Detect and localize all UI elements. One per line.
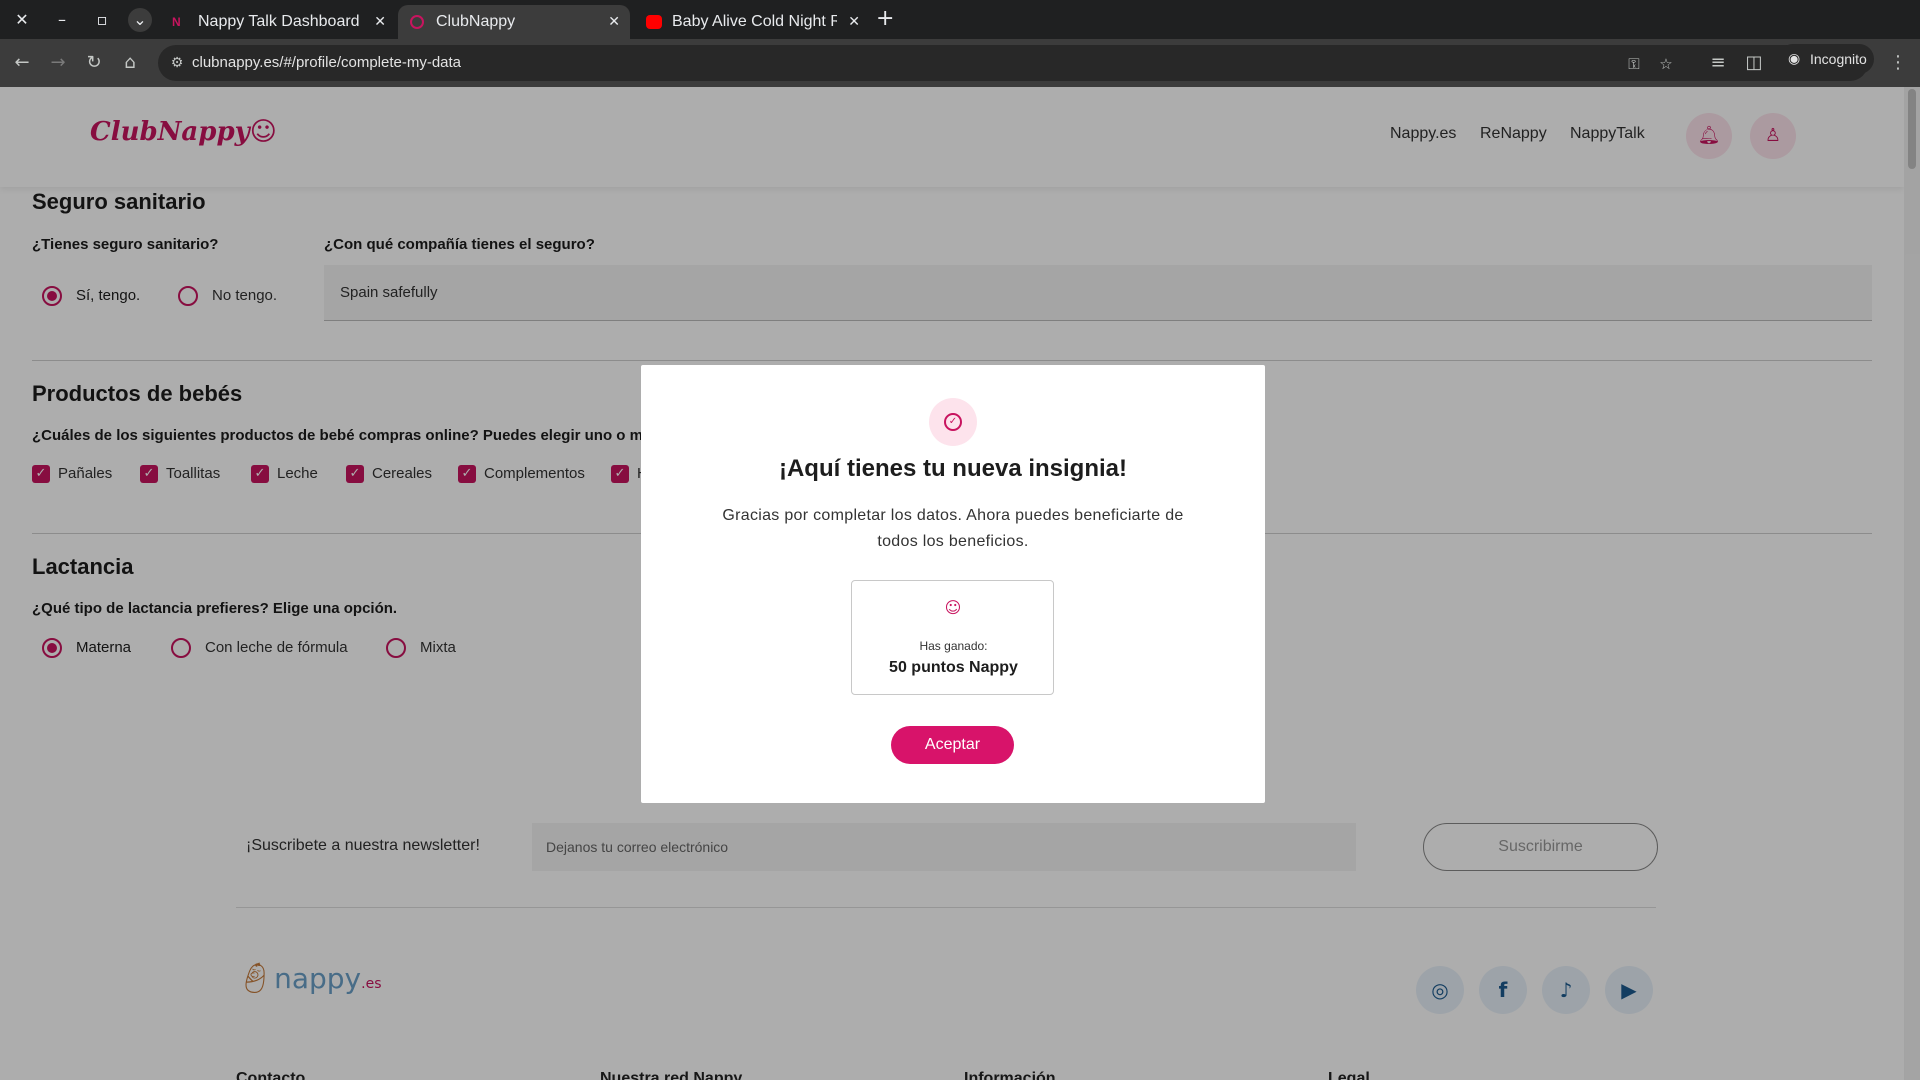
badge-modal: ✓ ¡Aquí tienes tu nueva insignia! Gracia…: [641, 365, 1265, 803]
media-controls-icon[interactable]: ≡: [1706, 51, 1730, 75]
points-box: ☺ Has ganado: 50 puntos Nappy: [851, 580, 1054, 695]
modal-title: ¡Aquí tienes tu nueva insignia!: [778, 455, 1128, 482]
close-window-icon[interactable]: ✕: [10, 8, 34, 32]
url-text[interactable]: clubnappy.es/#/profile/complete-my-data: [192, 45, 461, 81]
earned-label: Has ganado:: [919, 639, 988, 653]
earned-value: 50 puntos Nappy: [889, 659, 1018, 676]
browser-menu-icon[interactable]: ⋮: [1886, 51, 1910, 75]
password-key-icon[interactable]: ⚿: [1624, 54, 1644, 74]
youtube-favicon-icon: [646, 15, 662, 29]
accept-button[interactable]: Aceptar: [891, 726, 1014, 764]
incognito-badge[interactable]: ◉ Incognito: [1778, 44, 1874, 74]
incognito-label: Incognito: [1810, 51, 1867, 67]
reload-icon[interactable]: ↻: [82, 51, 106, 75]
badge-check-icon: ✓: [929, 398, 977, 446]
tab-label: ClubNappy: [436, 13, 516, 30]
minimize-window-icon[interactable]: –: [50, 8, 74, 32]
tab-search-icon[interactable]: ⌄: [128, 8, 152, 32]
side-panel-icon[interactable]: ◫: [1742, 51, 1766, 75]
tab-baby-alive[interactable]: Baby Alive Cold Night Ro ✕: [634, 5, 870, 39]
tab-bar: ✕ – ▫ ⌄ N Nappy Talk Dashboard ✕ ClubNap…: [0, 0, 1920, 39]
close-tab-icon[interactable]: ✕: [848, 5, 860, 39]
close-tab-icon[interactable]: ✕: [374, 5, 386, 39]
tab-nappy-talk-dashboard[interactable]: N Nappy Talk Dashboard ✕: [160, 5, 396, 39]
bookmark-star-icon[interactable]: ☆: [1656, 54, 1676, 74]
browser-toolbar: ← → ↻ ⌂ ⚙ clubnappy.es/#/profile/complet…: [0, 39, 1920, 87]
tab-clubnappy[interactable]: ClubNappy ✕: [398, 5, 630, 39]
incognito-icon: ◉: [1788, 51, 1801, 67]
forward-icon[interactable]: →: [46, 51, 70, 75]
home-icon[interactable]: ⌂: [118, 51, 142, 75]
address-bar[interactable]: ⚙ clubnappy.es/#/profile/complete-my-dat…: [158, 45, 1868, 81]
smiley-icon: ☺: [944, 598, 962, 617]
maximize-window-icon[interactable]: ▫: [90, 8, 114, 32]
back-icon[interactable]: ←: [10, 51, 34, 75]
site-info-icon[interactable]: ⚙: [168, 54, 186, 72]
tab-label: Nappy Talk Dashboard: [198, 13, 360, 30]
new-tab-icon[interactable]: +: [876, 6, 894, 32]
clubnappy-favicon-icon: [410, 15, 424, 29]
tab-label: Baby Alive Cold Night Ro: [672, 13, 837, 30]
close-tab-icon[interactable]: ✕: [608, 5, 620, 39]
nappy-favicon-icon: N: [172, 15, 181, 29]
modal-text: Gracias por completar los datos. Ahora p…: [722, 507, 1184, 550]
